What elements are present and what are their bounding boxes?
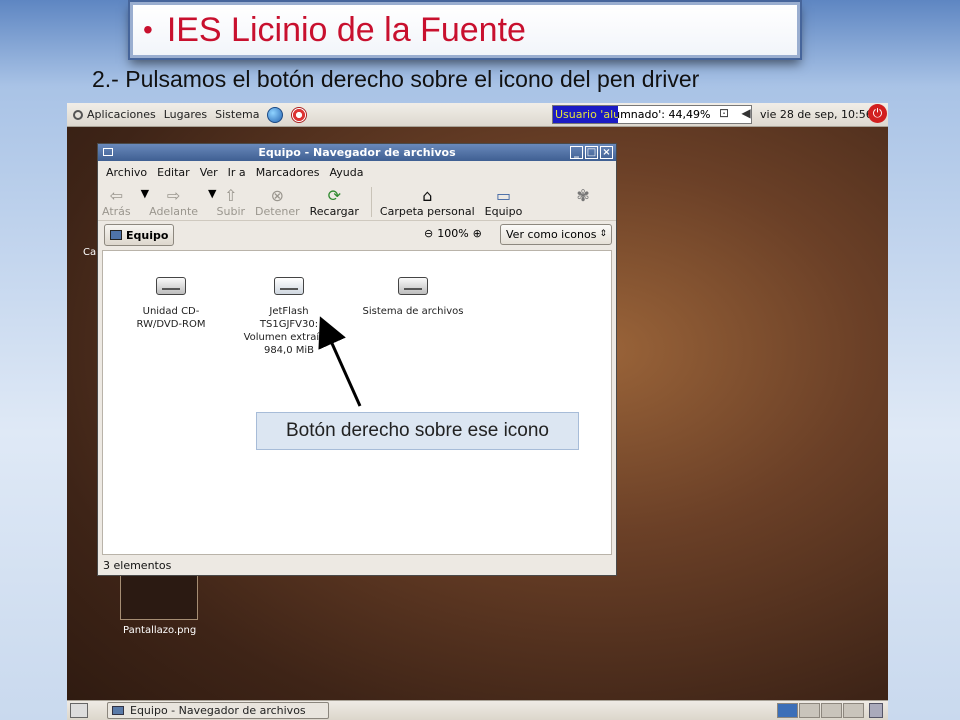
annotation-callout: Botón derecho sobre ese icono xyxy=(256,412,579,450)
annotation-arrow xyxy=(318,316,362,407)
